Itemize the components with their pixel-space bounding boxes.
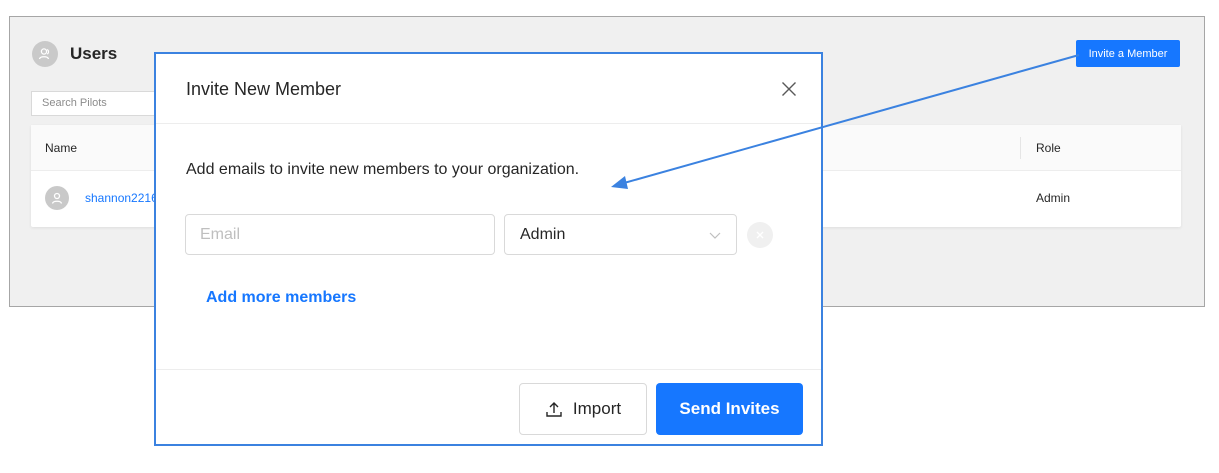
column-divider bbox=[1020, 137, 1021, 159]
users-icon bbox=[32, 41, 58, 67]
role-select-value: Admin bbox=[520, 226, 566, 243]
email-input[interactable]: Email bbox=[185, 214, 495, 255]
page-title: Users bbox=[70, 44, 118, 63]
column-header-name[interactable]: Name bbox=[45, 141, 77, 155]
send-invites-button[interactable]: Send Invites bbox=[656, 383, 803, 435]
close-icon bbox=[756, 231, 764, 239]
screen: Users Invite a Member Search Pilots Name… bbox=[0, 0, 1219, 473]
import-button[interactable]: Import bbox=[519, 383, 647, 435]
invite-member-button[interactable]: Invite a Member bbox=[1076, 40, 1180, 67]
member-role: Admin bbox=[1036, 191, 1071, 205]
invite-member-modal: Invite New Member Add emails to invite n… bbox=[154, 52, 823, 446]
search-input[interactable]: Search Pilots bbox=[31, 91, 161, 116]
modal-header: Invite New Member bbox=[156, 54, 821, 124]
column-header-role[interactable]: Role bbox=[1036, 141, 1061, 155]
upload-icon bbox=[546, 402, 562, 417]
remove-row-button[interactable] bbox=[747, 222, 773, 248]
add-more-members-link[interactable]: Add more members bbox=[206, 289, 356, 307]
member-name-link[interactable]: shannon2216 bbox=[85, 191, 158, 205]
close-icon bbox=[782, 82, 796, 96]
modal-description: Add emails to invite new members to your… bbox=[186, 161, 580, 178]
chevron-down-icon bbox=[709, 232, 721, 239]
role-select[interactable]: Admin bbox=[504, 214, 737, 255]
close-button[interactable] bbox=[774, 74, 804, 104]
modal-title: Invite New Member bbox=[186, 79, 342, 99]
import-button-label: Import bbox=[572, 399, 622, 418]
user-avatar-icon bbox=[45, 186, 69, 210]
page-header: Users bbox=[32, 41, 117, 67]
